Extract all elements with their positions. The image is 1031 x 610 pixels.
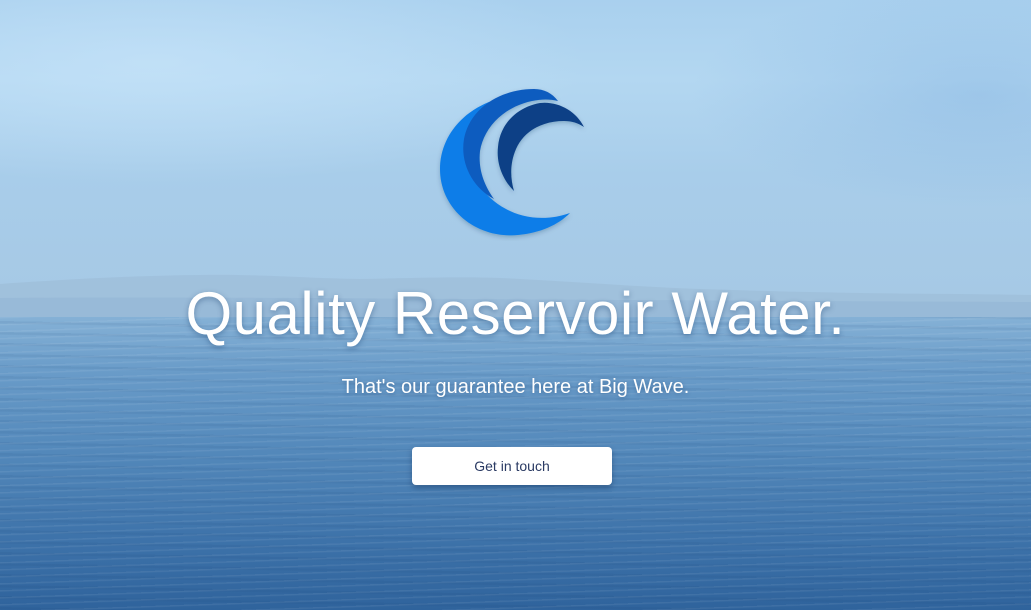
hero-headline: Quality Reservoir Water. — [185, 280, 846, 347]
hero-section: Quality Reservoir Water. That's our guar… — [0, 0, 1031, 610]
hero-subheadline: That's our guarantee here at Big Wave. — [341, 376, 690, 398]
wave-logo-icon — [440, 89, 584, 236]
get-in-touch-button[interactable]: Get in touch — [412, 447, 612, 485]
